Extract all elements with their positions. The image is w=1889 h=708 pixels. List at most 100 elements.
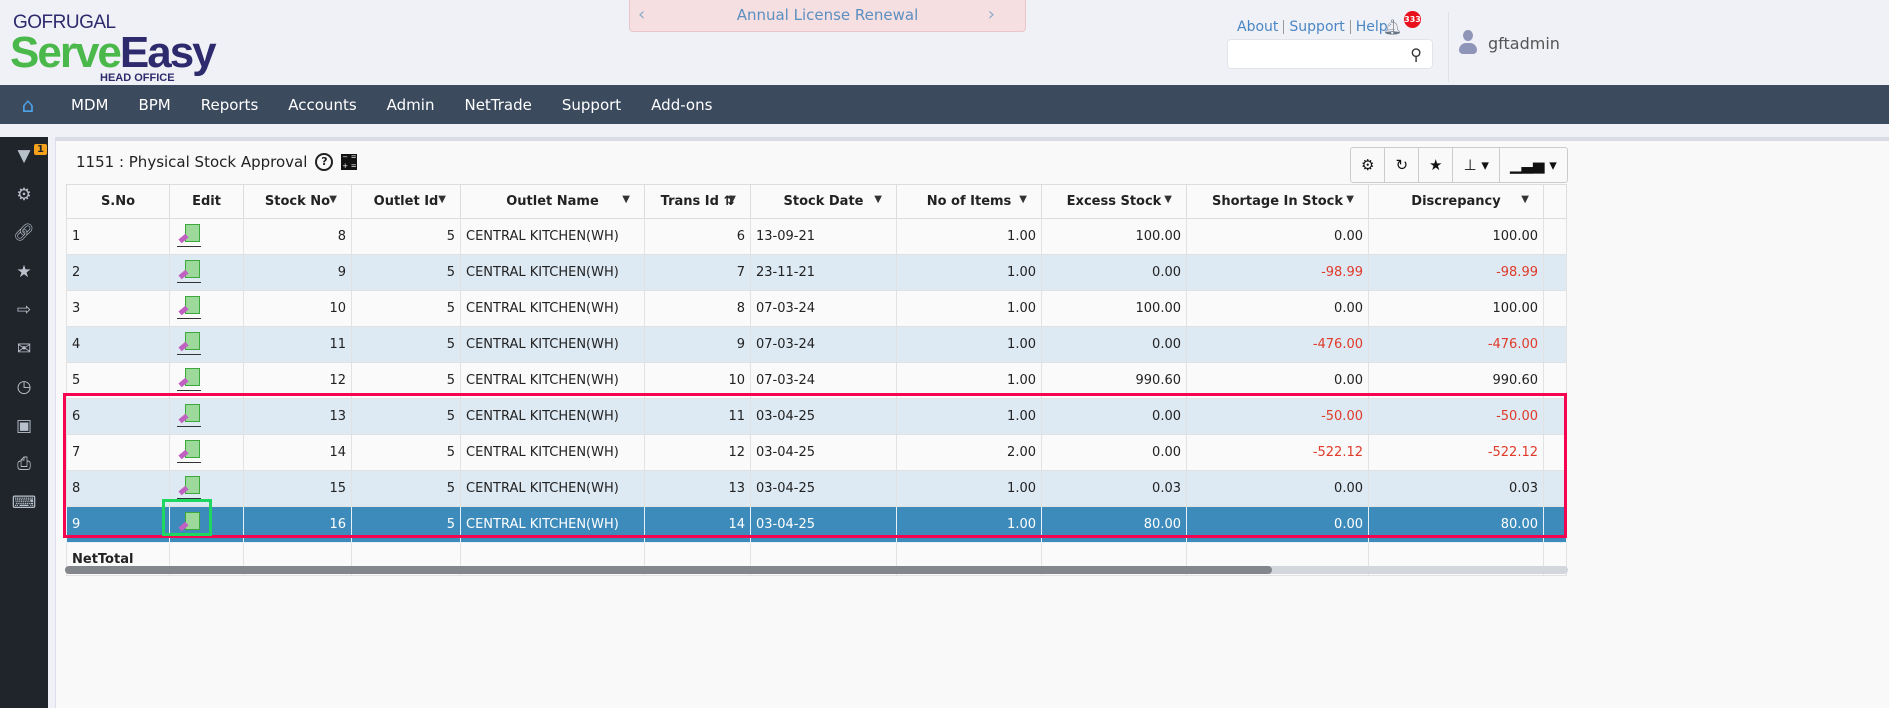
- table-row[interactable]: 9 16 5 CENTRAL KITCHEN(WH) 14 03-04-25 1.00 80.…: [66, 506, 1567, 543]
- cell-items: 1.00: [896, 290, 1042, 327]
- cell-date: 07-03-24: [750, 290, 897, 327]
- user-menu[interactable]: gftadmin: [1458, 30, 1560, 56]
- col-no-of-items[interactable]: No of Items ▼: [896, 184, 1042, 219]
- edit-cell: [169, 470, 244, 507]
- chart-button[interactable]: ▁▃▅ ▾: [1500, 148, 1567, 182]
- cell-shortage: -98.99: [1186, 254, 1369, 291]
- cell-shortage: -50.00: [1186, 398, 1369, 435]
- caret-down-icon[interactable]: ▼: [874, 194, 882, 205]
- cell-stock-no: 15: [243, 470, 352, 507]
- caret-down-icon[interactable]: ▼: [1164, 194, 1172, 205]
- nav-mdm[interactable]: MDM: [56, 96, 123, 114]
- search-box[interactable]: ⚲: [1227, 39, 1433, 69]
- cell-discrepancy: -98.99: [1368, 254, 1544, 291]
- caret-down-icon[interactable]: ▼: [1019, 194, 1027, 205]
- col-sno[interactable]: S.No: [66, 184, 170, 219]
- col-stock-date[interactable]: Stock Date ▼: [750, 184, 897, 219]
- help-icon[interactable]: ?: [315, 153, 334, 171]
- cell-outlet-name: CENTRAL KITCHEN(WH): [460, 506, 645, 543]
- cell-date: 13-09-21: [750, 218, 897, 255]
- nav-bpm[interactable]: BPM: [123, 96, 185, 114]
- edit-icon[interactable]: [177, 223, 201, 247]
- col-stock-no[interactable]: Stock No ▼: [243, 184, 352, 219]
- export-icon[interactable]: ⇨: [0, 291, 48, 330]
- cell-sno: 7: [66, 434, 170, 471]
- cell-outlet-name: CENTRAL KITCHEN(WH): [460, 326, 645, 363]
- nav-support[interactable]: Support: [547, 96, 636, 114]
- nav-admin[interactable]: Admin: [372, 96, 450, 114]
- col-shortage[interactable]: Shortage In Stock ▼: [1186, 184, 1369, 219]
- horizontal-scrollbar[interactable]: [65, 566, 1568, 574]
- cell-outlet-id: 5: [351, 398, 461, 435]
- refresh-icon: ↻: [1395, 156, 1409, 174]
- chevron-right-icon[interactable]: ›: [988, 0, 995, 30]
- caret-down-icon[interactable]: ▼: [1521, 194, 1529, 205]
- edit-icon[interactable]: [177, 367, 201, 391]
- cell-shortage: 0.00: [1186, 362, 1369, 399]
- table-row[interactable]: 2 9 5 CENTRAL KITCHEN(WH) 7 23-11-21 1.00 0.00-…: [66, 254, 1567, 291]
- chevron-left-icon[interactable]: ‹: [638, 0, 645, 30]
- caret-down-icon[interactable]: ▼: [622, 194, 630, 205]
- caret-down-icon[interactable]: ▼: [438, 194, 446, 205]
- table-row[interactable]: 1 8 5 CENTRAL KITCHEN(WH) 6 13-09-21 1.00 100.0…: [66, 218, 1567, 255]
- nav-nettrade[interactable]: NetTrade: [449, 96, 546, 114]
- keyboard-icon[interactable]: ⌨: [0, 484, 48, 523]
- caret-down-icon[interactable]: ▼: [329, 194, 337, 205]
- favorite-button[interactable]: ★: [1419, 148, 1454, 182]
- col-outlet-id[interactable]: Outlet Id ▼: [351, 184, 461, 219]
- cell-outlet-id: 5: [351, 434, 461, 471]
- bell-icon[interactable]: 🔔︎: [1383, 18, 1402, 36]
- cell-date: 07-03-24: [750, 362, 897, 399]
- table-row[interactable]: 3 10 5 CENTRAL KITCHEN(WH) 8 07-03-24 1.00 100.…: [66, 290, 1567, 327]
- edit-icon[interactable]: [177, 259, 201, 283]
- calendar-icon[interactable]: ▣: [0, 407, 48, 446]
- cell-outlet-id: 5: [351, 506, 461, 543]
- scrollbar-thumb[interactable]: [65, 566, 1272, 574]
- settings-button[interactable]: ⚙: [1351, 148, 1386, 182]
- caret-down-icon[interactable]: ▼: [1346, 194, 1354, 205]
- search-icon[interactable]: ⚲: [1410, 45, 1422, 64]
- banner-text[interactable]: Annual License Renewal: [737, 6, 919, 24]
- cell-sno: 5: [66, 362, 170, 399]
- mail-icon[interactable]: ✉: [0, 330, 48, 369]
- cell-outlet-name: CENTRAL KITCHEN(WH): [460, 290, 645, 327]
- nav-addons[interactable]: Add-ons: [636, 96, 727, 114]
- nav-accounts[interactable]: Accounts: [273, 96, 371, 114]
- license-banner[interactable]: ‹ Annual License Renewal ›: [629, 0, 1026, 32]
- star-icon[interactable]: ★: [0, 253, 48, 292]
- cell-shortage: 0.00: [1186, 218, 1369, 255]
- calculator-icon[interactable]: − = + =: [341, 154, 358, 170]
- edit-icon[interactable]: [177, 331, 201, 355]
- edit-icon[interactable]: [177, 295, 201, 319]
- edit-icon[interactable]: [177, 511, 201, 535]
- nav-reports[interactable]: Reports: [186, 96, 274, 114]
- table-row[interactable]: 6 13 5 CENTRAL KITCHEN(WH) 11 03-04-25 1.00 0.0…: [66, 398, 1567, 435]
- clock-icon[interactable]: ◷: [0, 368, 48, 407]
- cell-shortage: 0.00: [1186, 506, 1369, 543]
- edit-icon[interactable]: [177, 403, 201, 427]
- table-row[interactable]: 8 15 5 CENTRAL KITCHEN(WH) 13 03-04-25 1.00 0.0…: [66, 470, 1567, 507]
- cell-shortage: 0.00: [1186, 290, 1369, 327]
- col-outlet-name[interactable]: Outlet Name ▼: [460, 184, 645, 219]
- table-row[interactable]: 4 11 5 CENTRAL KITCHEN(WH) 9 07-03-24 1.00 0.00…: [66, 326, 1567, 363]
- about-link[interactable]: About: [1237, 20, 1285, 34]
- table-row[interactable]: 7 14 5 CENTRAL KITCHEN(WH) 12 03-04-25 2.00 0.0…: [66, 434, 1567, 471]
- col-trans-id[interactable]: Trans Id ⇅ ▼: [644, 184, 751, 219]
- print-icon[interactable]: ⎙: [0, 445, 48, 484]
- refresh-button[interactable]: ↻: [1385, 148, 1420, 182]
- search-input[interactable]: [1234, 40, 1404, 68]
- table-row[interactable]: 5 12 5 CENTRAL KITCHEN(WH) 10 07-03-24 1.00 990…: [66, 362, 1567, 399]
- cell-items: 1.00: [896, 218, 1042, 255]
- support-link[interactable]: Support: [1284, 20, 1351, 34]
- edit-icon[interactable]: [177, 475, 201, 499]
- caret-down-icon[interactable]: ▼: [728, 194, 736, 205]
- page-title: 1151 : Physical Stock Approval: [76, 153, 308, 171]
- filter-icon[interactable]: ▼ 1: [0, 137, 48, 176]
- edit-icon[interactable]: [177, 439, 201, 463]
- col-discrepancy[interactable]: Discrepancy ▼: [1368, 184, 1544, 219]
- col-excess-stock[interactable]: Excess Stock ▼: [1041, 184, 1187, 219]
- link-icon[interactable]: 🔗︎: [0, 214, 48, 253]
- home-icon[interactable]: ⌂: [0, 93, 56, 117]
- hierarchy-button[interactable]: ⊥ ▾: [1453, 148, 1500, 182]
- gear-icon[interactable]: ⚙: [0, 176, 48, 215]
